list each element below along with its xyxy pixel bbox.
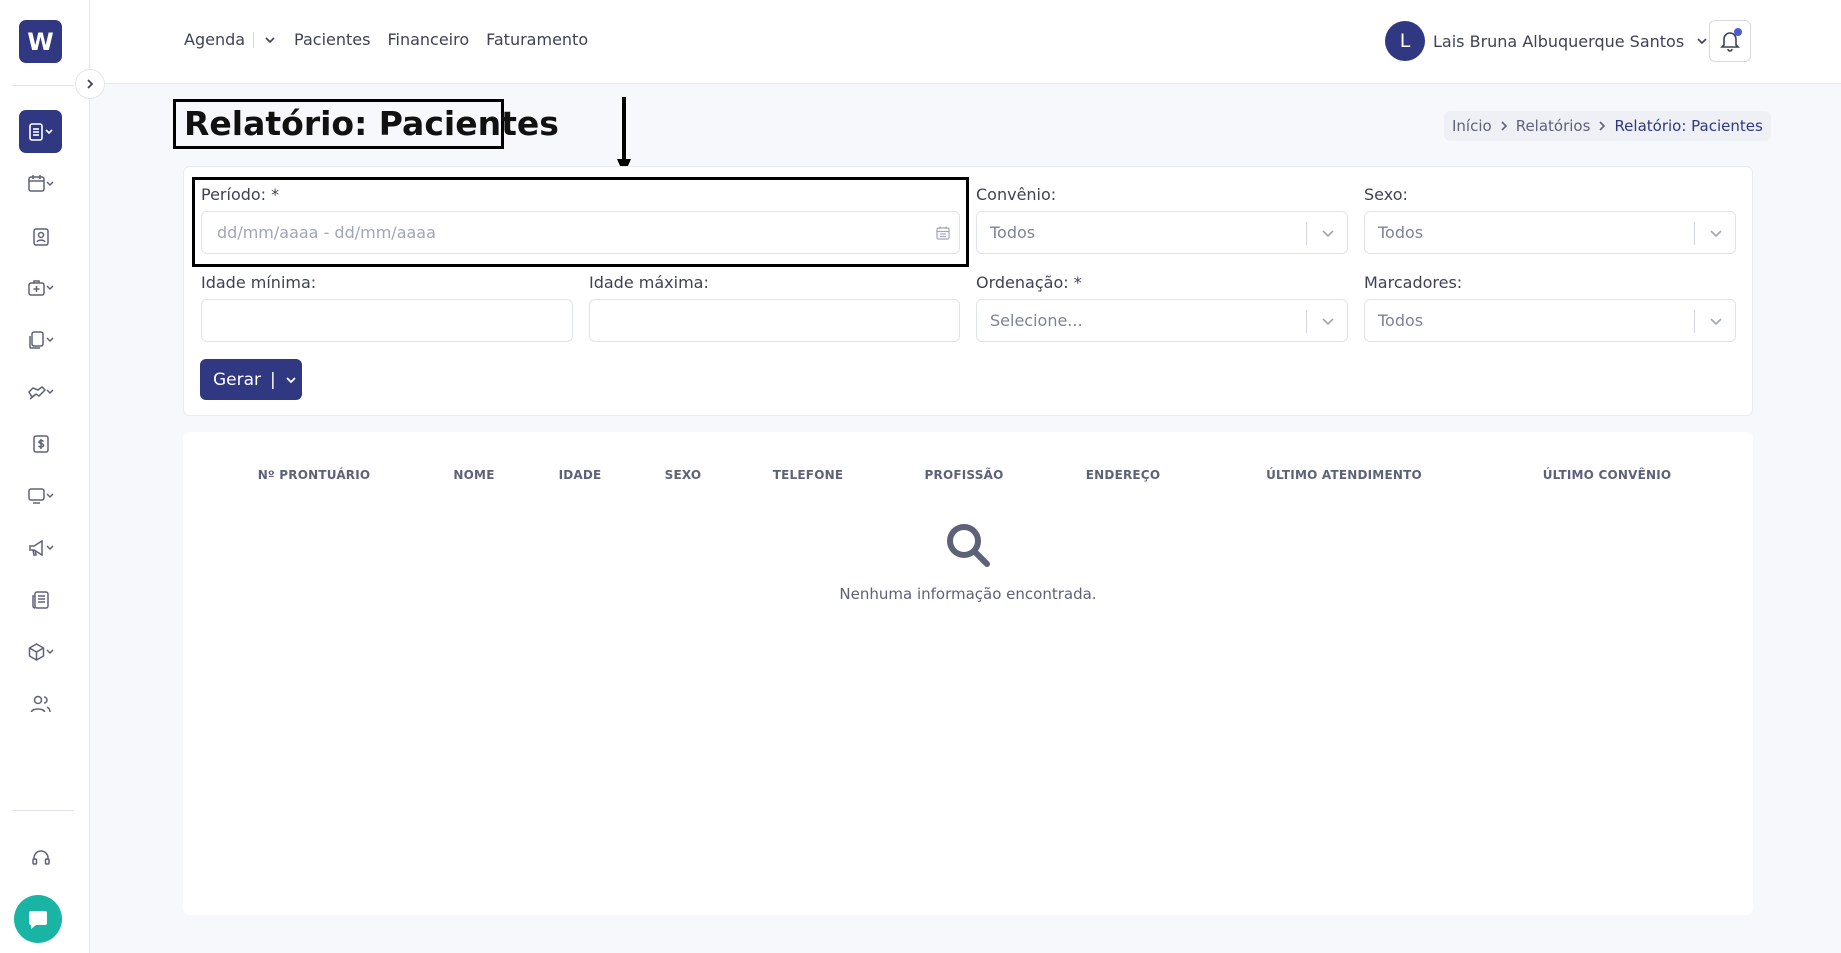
sexo-select[interactable]: Todos	[1364, 211, 1736, 254]
monitor-icon	[27, 487, 54, 504]
box-icon	[28, 642, 54, 661]
notifications-button[interactable]	[1709, 20, 1751, 62]
users-icon	[30, 695, 51, 712]
marcadores-label: Marcadores:	[1364, 273, 1463, 292]
chevron-right-icon	[1598, 120, 1606, 132]
chat-icon	[29, 911, 47, 929]
breadcrumb-home[interactable]: Início	[1452, 117, 1492, 135]
gerar-label: Gerar	[213, 369, 262, 390]
sexo-label: Sexo:	[1364, 185, 1408, 204]
sidebar-divider	[12, 85, 74, 86]
sidebar-item-marketing[interactable]	[19, 526, 62, 569]
finance-icon	[32, 434, 49, 453]
convenio-select[interactable]: Todos	[976, 211, 1348, 254]
sidebar-item-documents[interactable]	[19, 318, 62, 361]
sexo-value: Todos	[1378, 223, 1424, 242]
convenio-label: Convênio:	[976, 185, 1057, 204]
sidebar-item-agenda[interactable]	[19, 162, 62, 205]
column-header-prontuario[interactable]: Nº PRONTUÁRIO	[258, 468, 371, 482]
sidebar: W	[0, 0, 90, 953]
select-divider	[1694, 222, 1695, 245]
reports-icon	[28, 122, 53, 141]
sidebar-item-users[interactable]	[19, 682, 62, 725]
chevron-down-icon[interactable]	[1709, 314, 1723, 328]
column-header-profissao[interactable]: PROFISSÃO	[925, 468, 1004, 482]
column-header-nome[interactable]: NOME	[453, 468, 494, 482]
avatar[interactable]: L	[1385, 21, 1425, 61]
ordenacao-label: Ordenação: *	[976, 273, 1082, 292]
chevron-down-icon[interactable]	[1696, 37, 1708, 45]
chevron-down-icon[interactable]	[285, 376, 297, 384]
chat-button[interactable]	[14, 895, 62, 943]
idade-maxima-input[interactable]	[589, 299, 960, 342]
column-header-telefone[interactable]: TELEFONE	[773, 468, 843, 482]
sidebar-item-patients[interactable]	[19, 215, 62, 258]
empty-state-message: Nenhuma informação encontrada.	[839, 585, 1097, 603]
sidebar-item-support[interactable]	[19, 836, 62, 879]
patient-icon	[32, 227, 49, 246]
sidebar-item-reports[interactable]	[19, 110, 62, 153]
megaphone-icon	[28, 539, 54, 556]
logo-letter: W	[27, 27, 54, 56]
sidebar-item-stock[interactable]	[19, 630, 62, 673]
breadcrumb: Início Relatórios Relatório: Pacientes	[1444, 111, 1771, 141]
periodo-highlight-annotation	[192, 177, 969, 267]
sidebar-divider-bottom	[12, 810, 74, 811]
documents-icon	[28, 330, 54, 349]
ordenacao-value: Selecione...	[990, 311, 1083, 330]
arrow-down-annotation	[617, 97, 631, 175]
column-header-ultimo-convenio[interactable]: ÚLTIMO CONVÊNIO	[1543, 468, 1672, 482]
chevron-down-icon[interactable]	[1321, 314, 1335, 328]
handshake-icon	[27, 385, 54, 400]
chevron-down-icon[interactable]	[264, 36, 276, 44]
select-divider	[1306, 222, 1307, 245]
search-icon	[947, 524, 990, 567]
column-header-sexo[interactable]: SEXO	[665, 468, 702, 482]
nav-item-pacientes[interactable]: Pacientes	[294, 30, 370, 49]
nav-item-agenda[interactable]: Agenda	[184, 30, 245, 49]
column-header-endereco[interactable]: ENDEREÇO	[1086, 468, 1160, 482]
sidebar-item-monitor[interactable]	[19, 474, 62, 517]
page-title: Relatório: Pacientes	[173, 99, 559, 149]
medical-icon	[27, 279, 54, 296]
top-header: Agenda Pacientes Financeiro Faturamento …	[91, 0, 1841, 84]
nav-item-financeiro[interactable]: Financeiro	[387, 30, 469, 49]
column-header-ultimo-atendimento[interactable]: ÚLTIMO ATENDIMENTO	[1266, 468, 1422, 482]
chevron-down-icon[interactable]	[1709, 226, 1723, 240]
idade-maxima-label: Idade máxima:	[589, 273, 709, 292]
chevron-right-icon	[87, 79, 94, 89]
convenio-value: Todos	[990, 223, 1036, 242]
sidebar-toggle-button[interactable]	[75, 69, 105, 99]
select-divider	[1694, 310, 1695, 333]
user-name[interactable]: Lais Bruna Albuquerque Santos	[1433, 32, 1684, 51]
idade-minima-input[interactable]	[201, 299, 573, 342]
select-divider	[1306, 310, 1307, 333]
breadcrumb-current: Relatório: Pacientes	[1614, 117, 1763, 135]
sidebar-item-finance[interactable]	[19, 422, 62, 465]
nav-item-faturamento[interactable]: Faturamento	[486, 30, 588, 49]
chevron-right-icon	[1500, 120, 1508, 132]
breadcrumb-section[interactable]: Relatórios	[1516, 117, 1591, 135]
column-header-idade[interactable]: IDADE	[559, 468, 602, 482]
nav-separator	[253, 31, 255, 48]
ordenacao-select[interactable]: Selecione...	[976, 299, 1348, 342]
user-menu[interactable]: L Lais Bruna Albuquerque Santos	[1385, 21, 1708, 61]
notification-dot	[1734, 28, 1742, 36]
sidebar-item-partners[interactable]	[19, 370, 62, 413]
support-icon	[31, 849, 50, 865]
newspaper-icon	[31, 590, 49, 609]
calendar-icon	[27, 174, 54, 192]
chevron-down-icon[interactable]	[1321, 226, 1335, 240]
marcadores-select[interactable]: Todos	[1364, 299, 1736, 342]
sidebar-item-medical[interactable]	[19, 266, 62, 309]
idade-minima-label: Idade mínima:	[201, 273, 317, 292]
sidebar-item-news[interactable]	[19, 578, 62, 621]
app-logo[interactable]: W	[19, 20, 62, 63]
results-card	[183, 432, 1753, 915]
gerar-separator: |	[270, 369, 276, 390]
main-nav: Agenda Pacientes Financeiro Faturamento	[184, 30, 605, 49]
marcadores-value: Todos	[1378, 311, 1424, 330]
gerar-button[interactable]: Gerar |	[200, 359, 302, 400]
